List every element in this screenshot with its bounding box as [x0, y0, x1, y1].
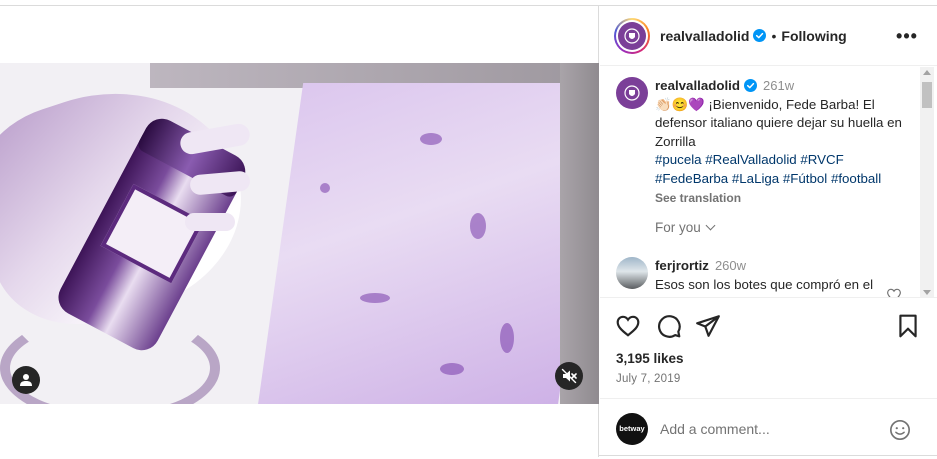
caption-time[interactable]: 261w — [763, 78, 794, 93]
share-icon[interactable] — [695, 313, 721, 339]
user-icon — [20, 374, 32, 386]
paint-splat — [360, 293, 390, 303]
spray-can-label — [100, 183, 205, 284]
post-header: realvalladolid • Following ••• — [600, 6, 937, 66]
likes-count[interactable]: 3,195 likes — [616, 351, 684, 366]
post-media — [0, 6, 599, 457]
caption-username[interactable]: realvalladolid — [655, 78, 740, 93]
finger — [189, 170, 251, 196]
following-button[interactable]: Following — [781, 28, 846, 44]
current-user-avatar: betway — [616, 412, 648, 445]
comment-body: ferjrortiz 260w Esos son los botes que co… — [655, 257, 885, 298]
comment-time: 260w — [714, 258, 747, 273]
verified-badge-icon — [753, 29, 767, 42]
header-username[interactable]: realvalladolid — [660, 28, 749, 44]
post-side-panel: realvalladolid • Following ••• realvalla… — [600, 6, 937, 457]
add-comment-bar: betway — [600, 400, 937, 457]
heart-icon[interactable] — [615, 313, 641, 339]
comment-like-heart-icon[interactable] — [886, 287, 902, 298]
scroll-up-arrow-icon[interactable] — [923, 70, 931, 75]
emoji-icon[interactable] — [889, 419, 911, 441]
caption-avatar[interactable] — [616, 77, 648, 109]
finger — [185, 213, 235, 231]
for-you-toggle[interactable]: For you — [655, 220, 716, 235]
post-actions: 3,195 likes July 7, 2019 — [600, 299, 937, 399]
caption-emojis: 👏🏻😊💜 — [655, 96, 705, 112]
paint-splat — [440, 363, 464, 375]
comments-scrollbar[interactable] — [920, 67, 934, 297]
comment-username[interactable]: ferjrortiz — [655, 258, 709, 273]
scroll-down-arrow-icon[interactable] — [923, 290, 931, 295]
paint-splat — [420, 133, 442, 145]
instagram-post: realvalladolid • Following ••• realvalla… — [0, 5, 937, 457]
for-you-label: For you — [655, 220, 701, 235]
comment-icon[interactable] — [656, 313, 682, 339]
video-wall-shadow — [560, 63, 599, 404]
paint-splat — [500, 323, 514, 353]
comment-text: Esos son los botes que compró en el chin… — [655, 276, 874, 298]
comment-input[interactable] — [660, 420, 880, 437]
bookmark-icon[interactable] — [895, 313, 921, 339]
verified-badge-icon — [744, 79, 757, 92]
club-crest-icon — [616, 77, 648, 109]
chevron-down-icon — [705, 220, 716, 231]
see-translation-link[interactable]: See translation — [655, 189, 910, 208]
caption-body: realvalladolid 261w 👏🏻😊💜 ¡Bienvenido, Fed… — [655, 77, 910, 208]
club-crest-icon — [618, 21, 646, 50]
story-avatar[interactable] — [614, 17, 650, 54]
post-video[interactable] — [0, 63, 599, 404]
mute-toggle-button[interactable] — [555, 362, 583, 390]
tagged-users-button[interactable] — [12, 366, 40, 394]
paint-splat — [470, 213, 486, 239]
comments-section[interactable]: realvalladolid 261w 👏🏻😊💜 ¡Bienvenido, Fed… — [600, 67, 937, 298]
avatar-inner — [616, 19, 648, 52]
paint-splat — [320, 183, 330, 193]
muted-speaker-icon — [561, 368, 577, 384]
video-painted-wall — [256, 83, 599, 404]
post-date[interactable]: July 7, 2019 — [616, 373, 680, 385]
caption-hashtags[interactable]: #pucela #RealValladolid #RVCF #FedeBarba… — [655, 152, 881, 186]
scroll-thumb[interactable] — [922, 82, 932, 108]
commenter-avatar[interactable] — [616, 257, 648, 289]
header-separator: • — [771, 27, 777, 44]
more-options-button[interactable]: ••• — [896, 26, 917, 46]
